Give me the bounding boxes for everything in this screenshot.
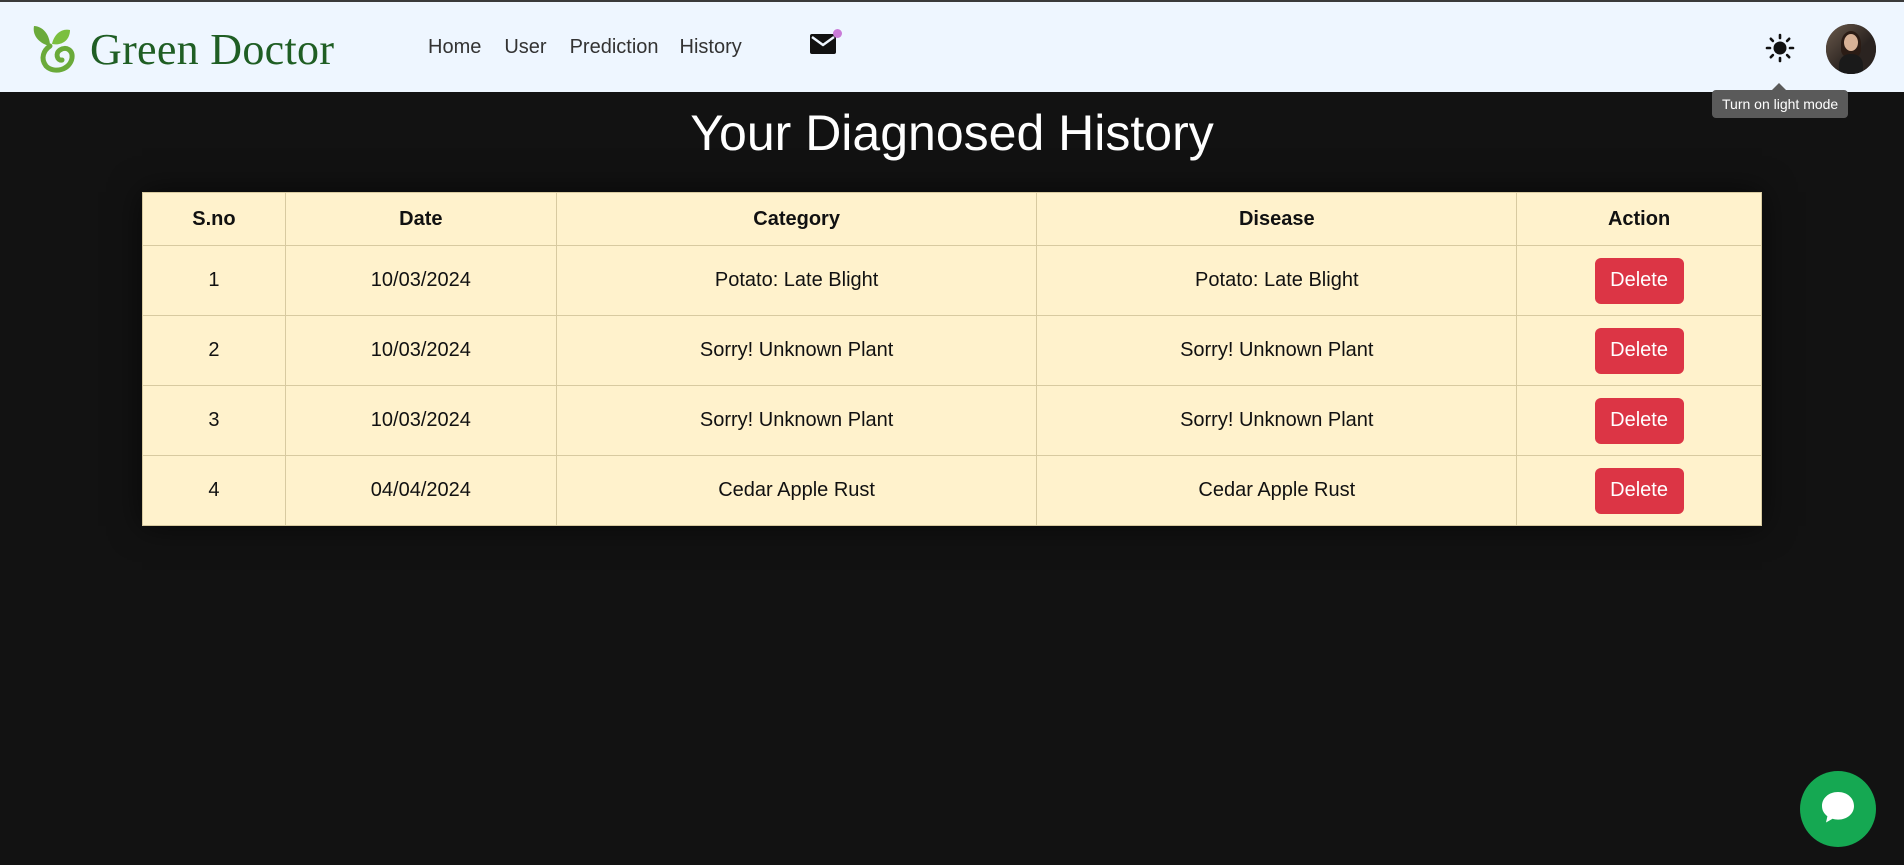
leaf-logo-icon [28,20,78,79]
brand[interactable]: Green Doctor [28,20,334,79]
cell-category: Sorry! Unknown Plant [555,385,1038,456]
cell-sno: 4 [142,455,286,526]
cell-action: Delete [1516,315,1762,386]
history-table: S.no Date Category Disease Action 1 10/0… [142,192,1762,526]
cell-date: 10/03/2024 [284,245,557,316]
cell-action: Delete [1516,385,1762,456]
cell-action: Delete [1516,245,1762,316]
table-row: 2 10/03/2024 Sorry! Unknown Plant Sorry!… [142,315,1762,386]
header-category: Category [555,192,1038,246]
header-action: Action [1516,192,1762,246]
delete-button[interactable]: Delete [1594,257,1684,304]
cell-action: Delete [1516,455,1762,526]
delete-button[interactable]: Delete [1594,397,1684,444]
table-header-row: S.no Date Category Disease Action [142,192,1762,246]
avatar[interactable] [1826,24,1876,74]
page-title: Your Diagnosed History [690,105,1214,161]
table-row: 3 10/03/2024 Sorry! Unknown Plant Sorry!… [142,385,1762,456]
navbar: Green Doctor Home User Prediction Histor… [0,2,1904,92]
cell-disease: Cedar Apple Rust [1036,455,1518,526]
table-row: 4 04/04/2024 Cedar Apple Rust Cedar Appl… [142,455,1762,526]
cell-category: Potato: Late Blight [555,245,1038,316]
cell-disease: Sorry! Unknown Plant [1036,315,1518,386]
main-nav: Home User Prediction History [428,36,763,59]
delete-button[interactable]: Delete [1594,467,1684,514]
header-date: Date [284,192,557,246]
nav-user[interactable]: User [504,36,546,59]
cell-date: 04/04/2024 [284,455,557,526]
cell-sno: 2 [142,315,286,386]
nav-prediction[interactable]: Prediction [570,36,659,59]
cell-category: Sorry! Unknown Plant [555,315,1038,386]
nav-home[interactable]: Home [428,36,481,59]
sun-icon[interactable] [1765,33,1795,63]
nav-history[interactable]: History [680,36,742,59]
cell-category: Cedar Apple Rust [555,455,1038,526]
cell-disease: Potato: Late Blight [1036,245,1518,316]
cell-sno: 3 [142,385,286,456]
header-sno: S.no [142,192,286,246]
brand-name: Green Doctor [90,24,335,74]
notification-dot [833,29,842,38]
cell-disease: Sorry! Unknown Plant [1036,385,1518,456]
delete-button[interactable]: Delete [1594,327,1684,374]
cell-date: 10/03/2024 [284,385,557,456]
chat-bubble-icon [1818,787,1858,832]
envelope-icon[interactable] [809,29,842,58]
cell-sno: 1 [142,245,286,316]
cell-date: 10/03/2024 [284,315,557,386]
chat-button[interactable] [1800,771,1876,847]
history-table-container: S.no Date Category Disease Action 1 10/0… [142,192,1762,526]
table-row: 1 10/03/2024 Potato: Late Blight Potato:… [142,245,1762,316]
header-disease: Disease [1036,192,1518,246]
